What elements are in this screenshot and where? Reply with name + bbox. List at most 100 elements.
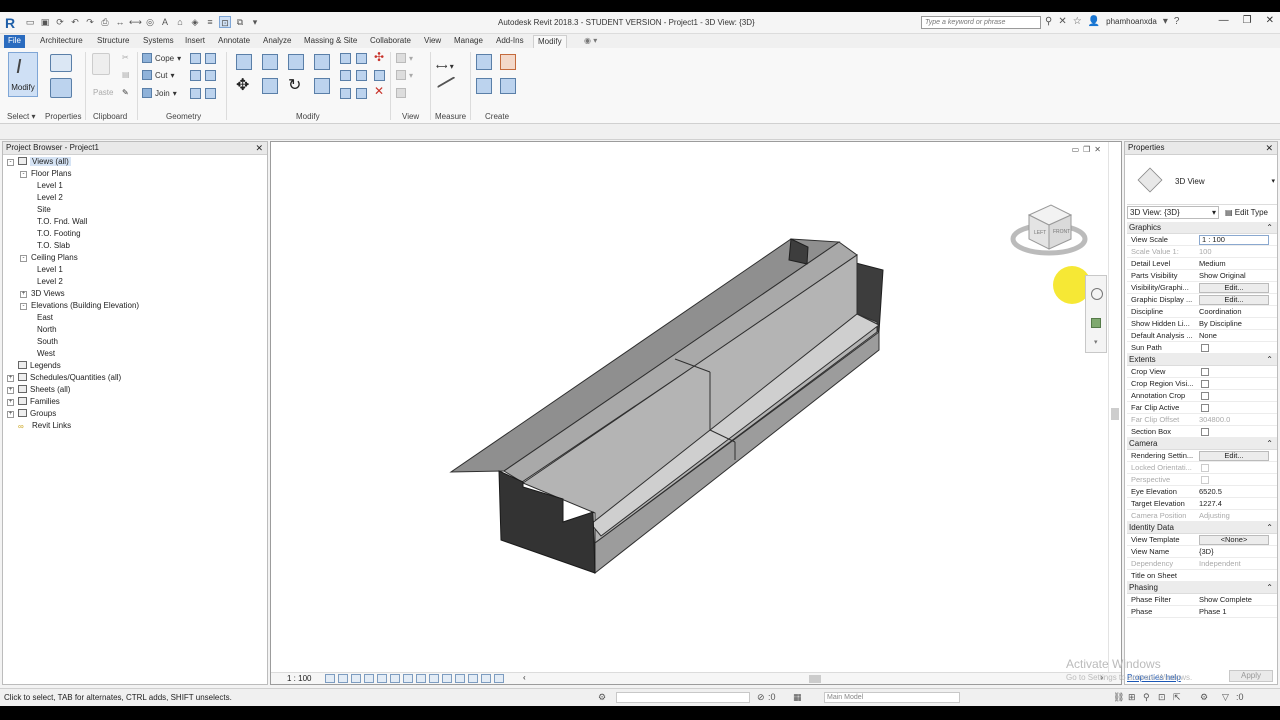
demolish-icon[interactable] (205, 70, 216, 81)
tab-systems[interactable]: Systems (139, 35, 178, 48)
collapse-icon[interactable]: ⌃ (1266, 354, 1273, 365)
navigation-bar[interactable]: ▾ (1085, 275, 1107, 353)
3d-view-canvas[interactable]: ▭ ❐ ✕ LEFT FRONT ▾ 1: 100 ‹ › (270, 141, 1122, 685)
trim-extend-icon[interactable] (314, 78, 330, 94)
subscription-icon[interactable]: ✕ (1058, 16, 1066, 27)
zoom-region-icon[interactable] (1091, 318, 1101, 328)
browser-item[interactable]: Level 2 (37, 276, 63, 288)
split-element-icon[interactable] (340, 53, 351, 64)
property-value[interactable]: Medium (1199, 258, 1267, 269)
property-value[interactable]: Coordination (1199, 306, 1267, 317)
render-icon[interactable] (377, 674, 387, 683)
cut-geometry-button[interactable]: Cut ▾ (142, 70, 174, 80)
browser-item[interactable]: Level 1 (37, 264, 63, 276)
property-value[interactable]: None (1199, 330, 1267, 341)
dimension-icon[interactable]: ⟷ (129, 16, 142, 28)
section-icon[interactable]: ◈ (189, 16, 201, 28)
browser-item[interactable]: Level 1 (37, 180, 63, 192)
switch-windows-icon[interactable]: ⧉ (234, 16, 246, 28)
expand-icon[interactable]: + (7, 375, 14, 382)
favorites-star-icon[interactable]: ☆ (1073, 16, 1082, 27)
tab-manage[interactable]: Manage (450, 35, 487, 48)
measure-between-icon[interactable]: ⟷ ▾ (436, 62, 454, 71)
collapse-icon[interactable]: ⌃ (1266, 438, 1273, 449)
instance-selector[interactable]: 3D View: {3D} ▾ (1127, 206, 1219, 219)
scale-icon[interactable] (356, 70, 367, 81)
property-checkbox[interactable] (1201, 368, 1209, 376)
select-by-face-icon[interactable]: ⊡ (1158, 692, 1166, 703)
close-icon[interactable]: ✕ (1266, 15, 1274, 26)
customize-qat-icon[interactable]: ▾ (249, 16, 261, 28)
property-edit-button[interactable]: Edit... (1199, 295, 1269, 305)
browser-item[interactable]: + Sheets (all) (7, 384, 70, 396)
wall-joins-icon[interactable] (190, 53, 201, 64)
unlocked-view-icon[interactable] (416, 674, 426, 683)
worksets-icon[interactable]: ⚙ (598, 692, 606, 703)
tab-insert[interactable]: Insert (181, 35, 209, 48)
horizontal-scroll-thumb[interactable] (809, 675, 821, 683)
property-value[interactable]: 1 : 100 (1199, 235, 1269, 245)
revit-logo-icon[interactable]: R (5, 15, 19, 31)
reveal-hidden-icon[interactable] (442, 674, 452, 683)
tab-collaborate[interactable]: Collaborate (366, 35, 415, 48)
browser-item[interactable]: T.O. Footing (37, 228, 81, 240)
help-icon[interactable]: ? (1174, 16, 1180, 27)
browser-item[interactable]: Legends (7, 360, 61, 372)
array-icon[interactable] (340, 70, 351, 81)
scroll-thumb[interactable] (1111, 408, 1119, 420)
align-icon[interactable] (236, 54, 252, 70)
worksharing-icon[interactable] (455, 674, 465, 683)
redo-icon[interactable]: ↷ (84, 16, 96, 28)
create-parts-icon[interactable] (500, 54, 516, 70)
browser-item[interactable]: East (37, 312, 53, 324)
trim-single-icon[interactable] (356, 88, 367, 99)
browser-item[interactable]: + Families (7, 396, 60, 408)
unpin-icon[interactable]: ✣ (374, 51, 390, 68)
filter-count-icon[interactable]: ⊘ (757, 692, 765, 703)
trim-multiple-icon[interactable] (340, 88, 351, 99)
linework-icon[interactable]: ▾ (396, 70, 413, 80)
tab-file[interactable]: File (4, 35, 25, 48)
property-value[interactable]: 1227.4 (1199, 498, 1267, 509)
paste-label[interactable]: Paste (93, 88, 113, 97)
restore-icon[interactable]: ❐ (1243, 15, 1252, 26)
browser-item[interactable]: + Groups (7, 408, 56, 420)
background-processes-icon[interactable]: ⚙ (1200, 692, 1208, 703)
tab-add-ins[interactable]: Add-Ins (492, 35, 528, 48)
measure-icon[interactable]: ↔ (114, 16, 126, 28)
open-icon[interactable]: ▭ (24, 16, 36, 28)
expand-icon[interactable]: + (7, 411, 14, 418)
property-value[interactable]: {3D} (1199, 546, 1267, 557)
property-edit-button[interactable]: <None> (1199, 535, 1269, 545)
ribbon-options-icon[interactable]: ◉ ▾ (580, 35, 601, 48)
select-panel-label[interactable]: Select ▾ (7, 112, 35, 121)
property-checkbox[interactable] (1201, 380, 1209, 388)
browser-item[interactable]: - Views (all) (7, 156, 71, 168)
workset-selector[interactable] (616, 692, 750, 703)
create-group-icon[interactable] (476, 78, 492, 94)
move-icon[interactable]: ✥ (236, 78, 252, 94)
cart-icon[interactable]: ▾ (1163, 16, 1168, 27)
paint-icon[interactable] (190, 70, 201, 81)
editable-only-icon[interactable]: ▦ (793, 692, 802, 703)
browser-item[interactable]: South (37, 336, 58, 348)
collapse-icon[interactable]: ⌃ (1266, 582, 1273, 593)
select-pinned-icon[interactable]: ⚲ (1143, 692, 1150, 703)
browser-item[interactable]: T.O. Fnd. Wall (37, 216, 87, 228)
browser-item[interactable]: +3D Views (20, 288, 65, 300)
crop-region-icon[interactable] (403, 674, 413, 683)
modify-tool-button[interactable]: Modify (8, 52, 38, 97)
copy-clipboard-icon[interactable]: ✂ (122, 53, 129, 62)
hide-icon[interactable] (396, 88, 406, 98)
crop-view-icon[interactable] (390, 674, 400, 683)
tag-icon[interactable]: ◎ (144, 16, 156, 28)
visual-style-icon[interactable] (338, 674, 348, 683)
select-links-icon[interactable]: ⛓ (1113, 692, 1124, 703)
create-similar-icon[interactable] (500, 78, 516, 94)
property-group-header[interactable]: Phasing ⌃ (1127, 582, 1277, 594)
shadows-icon[interactable] (364, 674, 374, 683)
browser-item[interactable]: - Ceiling Plans (20, 252, 78, 264)
apply-button[interactable]: Apply (1229, 670, 1273, 682)
view-scale-label[interactable]: 1 : 100 (287, 674, 311, 683)
property-value[interactable]: Show Original (1199, 270, 1267, 281)
